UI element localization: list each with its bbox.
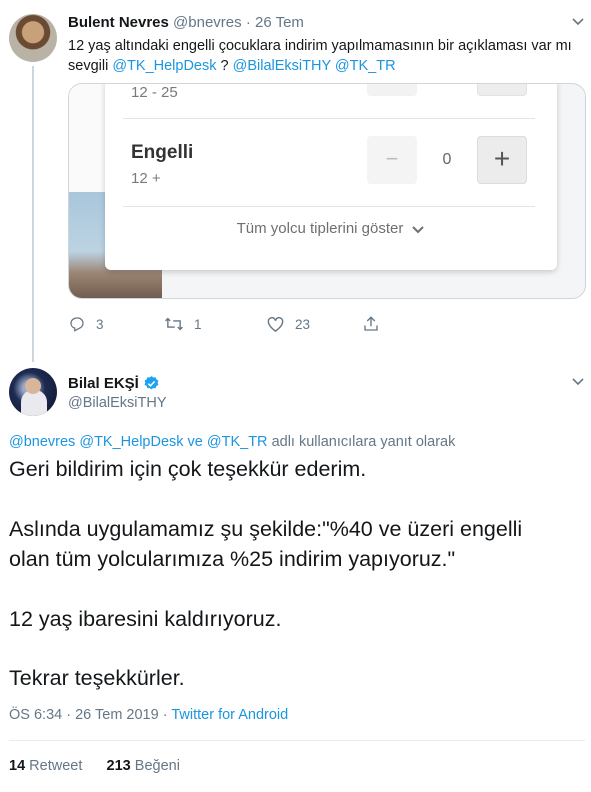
media-left-blank xyxy=(69,84,105,192)
like-action[interactable]: 23 xyxy=(266,314,310,334)
parent-tweet-header: Bulent Nevres @bnevres · 26 Tem xyxy=(68,14,304,32)
passenger-selector-panel: 12 - 25 Engelli 12 + − 0 + Tüm yolcu tip… xyxy=(105,84,557,270)
parent-author-name[interactable]: Bulent Nevres xyxy=(68,14,169,31)
parent-text-question: ? xyxy=(216,58,233,74)
age-range-top: 12 - 25 xyxy=(131,84,178,101)
show-all-chevron-icon xyxy=(412,225,425,233)
reply-joiner: ve xyxy=(183,434,207,450)
like-label: Beğeni xyxy=(134,758,180,774)
reply-action[interactable]: 3 xyxy=(68,314,104,334)
retweet-action[interactable]: 1 xyxy=(164,314,202,334)
retweet-total: 14 xyxy=(9,758,26,774)
reply-mention-bnevres[interactable]: @bnevres xyxy=(9,434,75,450)
panel-divider-top xyxy=(123,118,535,119)
main-author-handle[interactable]: @BilalEksiTHY xyxy=(68,395,167,411)
stepper-minus-top xyxy=(367,84,417,96)
reply-mention-tk-helpdesk[interactable]: @TK_HelpDesk xyxy=(79,434,183,450)
bilal-avatar[interactable] xyxy=(9,368,57,416)
parent-separator: · xyxy=(245,14,251,31)
heart-icon xyxy=(267,316,284,332)
parent-text-line2: sevgili xyxy=(68,58,113,74)
reply-icon xyxy=(70,317,84,332)
tweet-paragraph-1: Geri bildirim için çok teşekkür ederim. xyxy=(9,457,367,481)
tweet-paragraph-2b: olan tüm yolcularımıza %25 indirim yapıy… xyxy=(9,547,456,571)
verified-badge-icon xyxy=(144,376,159,390)
meta-separator-2: · xyxy=(162,707,168,723)
show-all-passenger-types: Tüm yolcu tiplerini göster xyxy=(105,220,557,237)
parent-more-chevron-icon[interactable] xyxy=(572,18,584,26)
reply-count: 3 xyxy=(96,316,104,332)
decrement-button: − xyxy=(367,136,417,184)
parent-tweet-date[interactable]: 26 Tem xyxy=(255,14,304,31)
tweet-paragraph-2a: Aslında uygulamamız şu şekilde:"%40 ve ü… xyxy=(9,517,523,541)
meta-separator: · xyxy=(66,707,72,723)
share-action[interactable] xyxy=(362,314,390,334)
stats-divider xyxy=(9,740,585,741)
reply-mention-tk-tr[interactable]: @TK_TR xyxy=(207,434,268,450)
like-total: 213 xyxy=(106,758,131,774)
mention-tk-helpdesk[interactable]: @TK_HelpDesk xyxy=(112,58,216,74)
parent-author-handle[interactable]: @bnevres xyxy=(173,14,242,31)
passenger-age-range: 12 + xyxy=(131,170,161,187)
retweets-stat[interactable]: 14 Retweet xyxy=(9,758,82,774)
tweet-source[interactable]: Twitter for Android xyxy=(171,707,288,723)
tweet-time[interactable]: ÖS 6:34 xyxy=(9,707,62,723)
retweet-label: Retweet xyxy=(29,758,83,774)
show-all-label: Tüm yolcu tiplerini göster xyxy=(236,220,404,237)
stepper-plus-top xyxy=(477,84,527,96)
panel-divider-bottom xyxy=(123,206,535,207)
reply-suffix: adlı kullanıcılara yanıt olarak xyxy=(267,434,456,450)
mention-tk-tr[interactable]: @TK_TR xyxy=(335,58,396,74)
mention-bilaleksithy[interactable]: @BilalEksiTHY xyxy=(233,58,331,74)
parent-text-line1: 12 yaş altındaki engelli çocuklara indir… xyxy=(68,38,572,54)
main-author-name-row[interactable]: Bilal EKŞİ xyxy=(68,375,160,392)
tweet-date[interactable]: 26 Tem 2019 xyxy=(75,707,159,723)
share-icon xyxy=(364,316,378,331)
retweet-count: 1 xyxy=(194,316,202,332)
increment-button: + xyxy=(477,136,527,184)
tweet-stats: 14 Retweet 213 Beğeni xyxy=(9,758,180,774)
thread-connector-line xyxy=(32,66,34,362)
replying-to-line: @bnevres @TK_HelpDesk ve @TK_TR adlı kul… xyxy=(9,434,455,450)
passenger-type-label: Engelli xyxy=(131,142,194,163)
main-author-name[interactable]: Bilal EKŞİ xyxy=(68,375,139,392)
retweet-icon xyxy=(165,317,183,331)
passenger-count: 0 xyxy=(442,151,452,168)
avatar-figure-head xyxy=(25,378,41,394)
likes-stat[interactable]: 213 Beğeni xyxy=(107,758,180,774)
main-more-chevron-icon[interactable] xyxy=(572,378,584,386)
parent-tweet-text: 12 yaş altındaki engelli çocuklara indir… xyxy=(68,36,578,76)
like-count: 23 xyxy=(295,316,311,332)
tweet-timestamp-row: ÖS 6:34 · 26 Tem 2019 · Twitter for Andr… xyxy=(9,707,288,723)
bulent-avatar[interactable] xyxy=(9,14,57,62)
tweet-paragraph-3: 12 yaş ibaresini kaldırıyoruz. xyxy=(9,607,282,631)
tweet-media-card[interactable]: 12 - 25 Engelli 12 + − 0 + Tüm yolcu tip… xyxy=(68,83,586,299)
tweet-paragraph-4: Tekrar teşekkürler. xyxy=(9,666,185,690)
